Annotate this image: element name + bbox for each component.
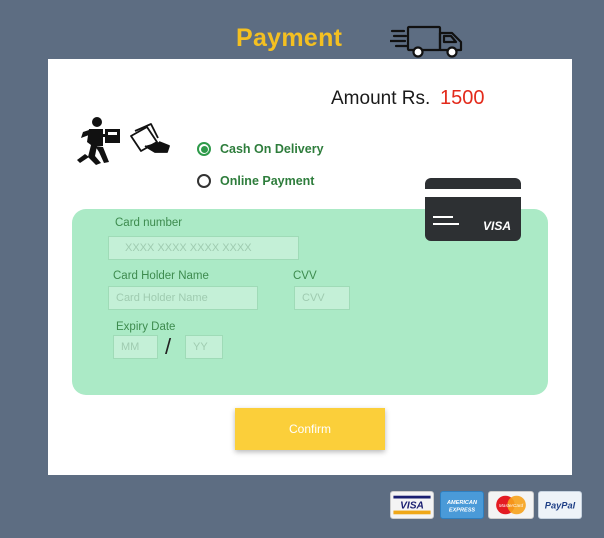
amount-label: Amount Rs.	[331, 88, 431, 109]
credit-card-icon: VISA	[425, 178, 521, 241]
svg-text:EXPRESS: EXPRESS	[449, 508, 476, 514]
delivery-person-icon	[77, 117, 170, 165]
mastercard-logo-icon: MasterCard	[488, 491, 534, 519]
expiry-month-input[interactable]: MM	[113, 335, 158, 359]
confirm-button[interactable]: Confirm	[235, 408, 385, 450]
radio-unselected-icon[interactable]	[197, 174, 211, 188]
card-number-label: Card number	[115, 217, 183, 229]
cvv-label: CVV	[293, 270, 317, 282]
svg-text:MasterCard: MasterCard	[499, 503, 524, 508]
radio-option-cash-on-delivery[interactable]: Cash On Delivery	[197, 142, 324, 156]
radio-option-online-payment[interactable]: Online Payment	[197, 174, 314, 188]
delivery-truck-icon	[390, 25, 463, 58]
visa-logo-icon: VISA	[390, 491, 434, 519]
expiry-year-input[interactable]: YY	[185, 335, 223, 359]
svg-text:PayPal: PayPal	[545, 501, 576, 511]
amount-value: 1500	[440, 87, 485, 109]
option-label: Online Payment	[220, 174, 315, 188]
option-label: Cash On Delivery	[220, 142, 324, 156]
card-holder-label: Card Holder Name	[113, 270, 209, 282]
card-brand-text: VISA	[483, 219, 511, 233]
expiry-date-label: Expiry Date	[116, 321, 176, 333]
svg-text:VISA: VISA	[400, 501, 424, 512]
page-title: Payment	[236, 24, 343, 52]
paypal-logo-icon: PayPal	[538, 491, 582, 519]
cvv-input[interactable]: CVV	[294, 286, 350, 310]
card-number-input[interactable]: XXXX XXXX XXXX XXXX	[108, 236, 299, 260]
american-express-logo-icon: AMERICAN EXPRESS	[440, 491, 484, 519]
radio-selected-icon[interactable]	[197, 142, 211, 156]
svg-text:AMERICAN: AMERICAN	[446, 500, 478, 506]
expiry-separator: /	[165, 334, 172, 359]
card-holder-input[interactable]: Card Holder Name	[108, 286, 258, 310]
